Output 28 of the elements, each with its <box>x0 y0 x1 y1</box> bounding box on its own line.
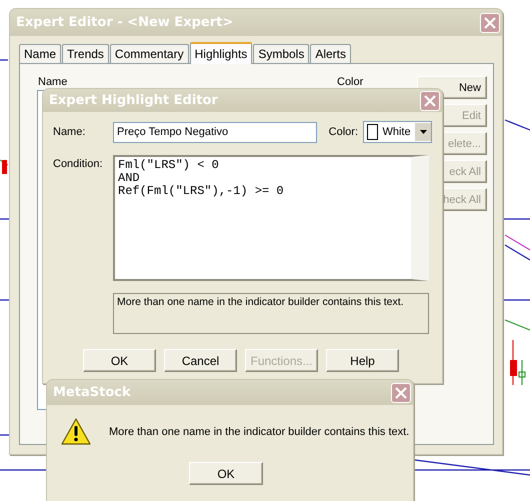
close-icon[interactable] <box>480 12 500 32</box>
tab[interactable]: Alerts <box>310 44 352 63</box>
window-title: Expert Editor - <New Expert> <box>16 15 234 30</box>
dialog-button[interactable]: OK <box>83 349 156 372</box>
ok-button[interactable]: OK <box>189 462 263 485</box>
color-dropdown[interactable]: White <box>363 121 432 143</box>
tab[interactable]: Symbols <box>253 44 310 63</box>
field-label: Condition: <box>53 157 104 170</box>
message-field: More than one name in the indicator builder contains this text. <box>113 293 429 334</box>
window-title: Expert Highlight Editor <box>49 93 218 108</box>
condition-field[interactable]: Fml("LRS") < 0 AND Ref(Fml("LRS"),-1) >= 0 <box>113 155 429 281</box>
column-header: Name <box>38 76 68 88</box>
dialog-button[interactable]: Help <box>326 349 399 372</box>
field-label: Color: <box>328 126 360 138</box>
close-icon[interactable] <box>391 382 411 402</box>
warning-icon <box>61 418 91 446</box>
dialog-button[interactable]: Cancel <box>164 349 237 372</box>
tab[interactable]: Trends <box>62 44 109 63</box>
tab[interactable]: Name <box>19 44 62 63</box>
message-text: More than one name in the indicator builder contains this text. <box>109 426 410 438</box>
tab[interactable]: Commentary <box>110 44 189 63</box>
dropdown-arrow-icon <box>420 130 426 134</box>
window-title: MetaStock <box>53 385 131 400</box>
column-header: Color <box>337 76 364 88</box>
field-label: Name: <box>53 126 86 138</box>
name-field[interactable]: Preço Tempo Negativo <box>113 122 317 142</box>
close-icon[interactable] <box>420 90 440 110</box>
tab[interactable]: Highlights <box>190 42 252 64</box>
